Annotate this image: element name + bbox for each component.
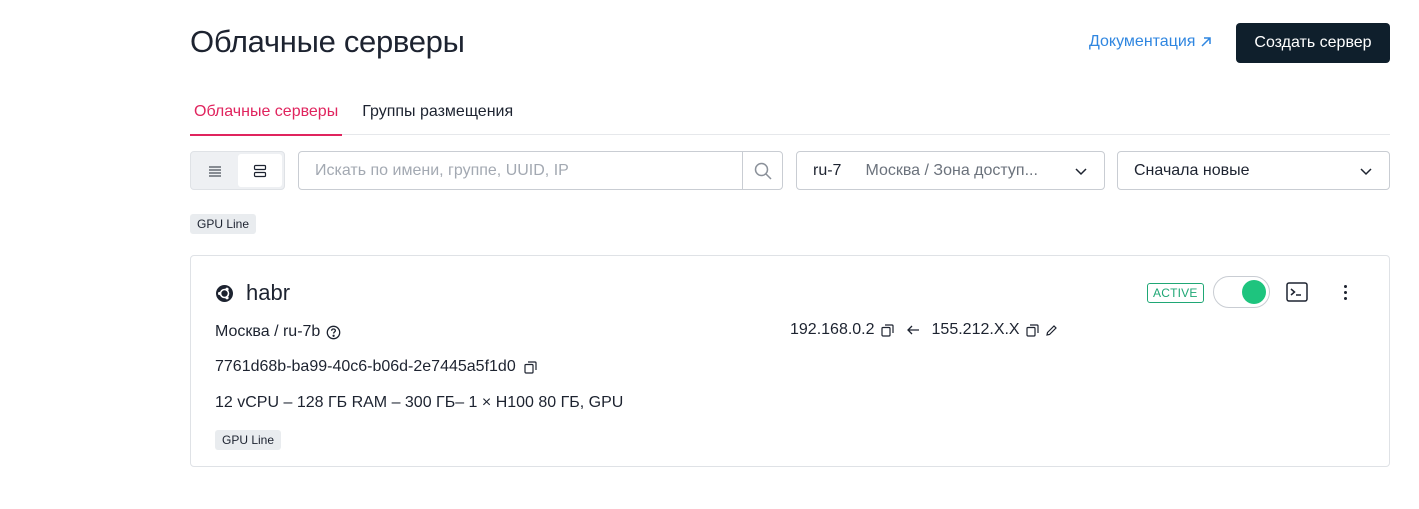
sort-label: Сначала новые xyxy=(1134,161,1250,179)
documentation-link[interactable]: Документация xyxy=(1089,33,1213,51)
private-ip: 192.168.0.2 xyxy=(790,321,875,338)
documentation-label: Документация xyxy=(1089,33,1196,50)
server-specs: 12 vCPU – 128 ГБ RAM – 300 ГБ– 1 × H100 … xyxy=(215,394,624,411)
terminal-icon[interactable] xyxy=(1286,281,1308,303)
sort-select[interactable]: Сначала новые xyxy=(1117,151,1390,190)
power-toggle-knob xyxy=(1242,280,1266,304)
arrow-left-icon xyxy=(906,325,919,335)
dot xyxy=(1343,284,1347,288)
region-name: Москва / Зона доступ... xyxy=(865,161,1038,179)
pencil-icon[interactable] xyxy=(1045,324,1058,337)
dot xyxy=(1343,296,1347,300)
server-name[interactable]: habr xyxy=(246,280,290,306)
chevron-down-icon xyxy=(1360,167,1372,175)
server-location: Москва / ru-7b xyxy=(215,323,341,341)
chevron-down-icon xyxy=(1075,167,1087,175)
server-tag-gpu-line[interactable]: GPU Line xyxy=(215,430,282,450)
tabs-bar: Облачные серверы Группы размещения xyxy=(190,88,1390,136)
card-view-button[interactable] xyxy=(237,154,282,187)
card-view-icon xyxy=(253,164,266,177)
create-server-button[interactable]: Создать сервер xyxy=(1236,23,1390,63)
copy-icon[interactable] xyxy=(1026,323,1039,337)
search-box xyxy=(298,151,783,190)
copy-icon[interactable] xyxy=(880,323,894,337)
tab-placement-groups[interactable]: Группы размещения xyxy=(358,88,517,135)
tab-cloud-servers[interactable]: Облачные серверы xyxy=(190,88,343,136)
page-title: Облачные серверы xyxy=(190,24,465,59)
help-icon[interactable] xyxy=(326,325,341,340)
copy-icon[interactable] xyxy=(524,360,537,374)
server-card: habr ACTIVE Москва / ru-7b 7761d68b-ba99… xyxy=(190,255,1390,467)
server-ip-addresses: 192.168.0.2 155.212.X.X xyxy=(790,321,1058,339)
region-code: ru-7 xyxy=(813,161,842,179)
external-link-icon xyxy=(1201,37,1212,47)
filter-tag-gpu-line[interactable]: GPU Line xyxy=(190,214,257,234)
view-mode-toggle xyxy=(190,151,285,190)
list-view-icon xyxy=(209,165,222,177)
server-uuid: 7761d68b-ba99-40c6-b06d-2e7445a5f1d0 xyxy=(215,358,537,376)
list-view-button[interactable] xyxy=(193,154,238,187)
server-location-text: Москва / ru-7b xyxy=(215,323,321,340)
search-button[interactable] xyxy=(742,152,782,189)
region-select[interactable]: ru-7 Москва / Зона доступ... xyxy=(796,151,1105,190)
search-input[interactable] xyxy=(299,152,742,189)
status-badge: ACTIVE xyxy=(1147,283,1204,303)
server-uuid-text: 7761d68b-ba99-40c6-b06d-2e7445a5f1d0 xyxy=(215,358,516,375)
public-ip: 155.212.X.X xyxy=(931,321,1020,338)
power-toggle[interactable] xyxy=(1213,276,1270,308)
ubuntu-icon xyxy=(216,285,233,302)
dot xyxy=(1343,290,1347,294)
more-actions-button[interactable] xyxy=(1337,281,1353,303)
search-icon xyxy=(754,162,772,180)
